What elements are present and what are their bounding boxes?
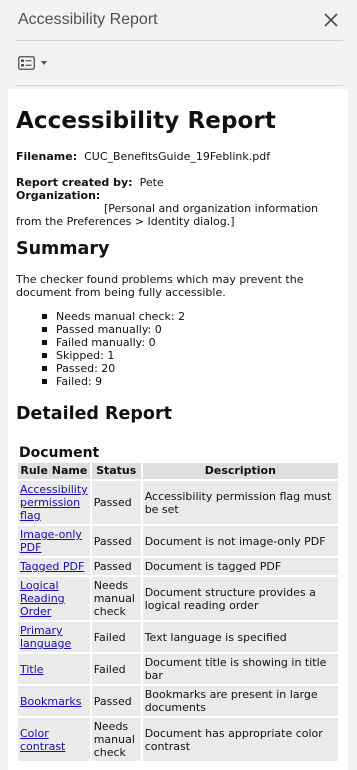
rule-link-title[interactable]: Title <box>20 663 44 676</box>
close-icon <box>324 13 338 27</box>
rule-status: Needs manual check <box>91 577 141 620</box>
table-header-row: Rule Name Status Description <box>18 463 338 479</box>
toolbar-divider <box>16 85 343 86</box>
rules-table: Rule Name Status Description Accessibili… <box>16 461 340 763</box>
table-row: Primary language Failed Text language is… <box>18 622 338 652</box>
summary-item: Needs manual check: 2 <box>42 310 340 323</box>
rule-link-image-only-pdf[interactable]: Image-only PDF <box>20 528 82 554</box>
table-row: Logical Reading Order Needs manual check… <box>18 577 338 620</box>
rule-description: Document title is showing in title bar <box>142 654 338 684</box>
toolbar <box>0 41 357 85</box>
rule-status: Passed <box>91 526 141 556</box>
rule-link-primary-language[interactable]: Primary language <box>20 624 71 650</box>
list-view-icon <box>18 56 35 70</box>
column-header-status: Status <box>91 463 141 479</box>
filename-line: Filename: CUC_BenefitsGuide_19Feblink.pd… <box>16 150 340 163</box>
summary-item: Passed manually: 0 <box>42 323 340 336</box>
rule-description: Document is not image-only PDF <box>142 526 338 556</box>
rule-status: Failed <box>91 622 141 652</box>
filename-value: CUC_BenefitsGuide_19Feblink.pdf <box>84 150 271 163</box>
summary-item: Passed: 20 <box>42 362 340 375</box>
column-header-description: Description <box>142 463 338 479</box>
filename-label: Filename: <box>16 150 78 163</box>
created-by-value: Pete <box>139 176 164 189</box>
rule-description: Document is tagged PDF <box>142 558 338 575</box>
rule-status: Passed <box>91 558 141 575</box>
created-by-label: Report created by: <box>16 176 133 189</box>
rule-link-tagged-pdf[interactable]: Tagged PDF <box>20 560 84 573</box>
rule-description: Document has appropriate color contrast <box>142 718 338 761</box>
summary-list: Needs manual check: 2 Passed manually: 0… <box>16 310 340 388</box>
rule-status: Needs manual check <box>91 718 141 761</box>
rule-status: Passed <box>91 686 141 716</box>
summary-heading: Summary <box>16 239 110 259</box>
summary-item: Failed manually: 0 <box>42 336 340 349</box>
table-row: Accessibility permission flag Passed Acc… <box>18 481 338 524</box>
detailed-report-heading: Detailed Report <box>16 404 172 424</box>
panel-title: Accessibility Report <box>18 11 158 28</box>
rule-link-bookmarks[interactable]: Bookmarks <box>20 695 81 708</box>
summary-item: Skipped: 1 <box>42 349 340 362</box>
table-row: Image-only PDF Passed Document is not im… <box>18 526 338 556</box>
table-row: Bookmarks Passed Bookmarks are present i… <box>18 686 338 716</box>
rule-description: Accessibility permission flag must be se… <box>142 481 338 524</box>
rule-status: Failed <box>91 654 141 684</box>
view-options-button[interactable] <box>18 56 47 70</box>
chevron-down-icon <box>41 61 47 65</box>
rule-description: Text language is specified <box>142 622 338 652</box>
close-button[interactable] <box>321 10 341 30</box>
creator-block: Report created by: Pete Organization: [P… <box>16 176 340 228</box>
rule-link-logical-reading-order[interactable]: Logical Reading Order <box>20 579 65 618</box>
organization-label: Organization: <box>16 189 101 202</box>
summary-item: Failed: 9 <box>42 375 340 388</box>
rule-description: Bookmarks are present in large documents <box>142 686 338 716</box>
panel-right-edge <box>348 89 357 770</box>
rule-status: Passed <box>91 481 141 524</box>
organization-note: [Personal and organization information f… <box>16 202 319 228</box>
table-row: Title Failed Document title is showing i… <box>18 654 338 684</box>
column-header-rule: Rule Name <box>18 463 90 479</box>
panel-header: Accessibility Report <box>0 0 357 40</box>
table-row: Tagged PDF Passed Document is tagged PDF <box>18 558 338 575</box>
document-section-heading: Document <box>19 445 100 461</box>
summary-text: The checker found problems which may pre… <box>16 273 304 299</box>
rule-link-color-contrast[interactable]: Color contrast <box>20 727 65 753</box>
rule-description: Document structure provides a logical re… <box>142 577 338 620</box>
rule-link-accessibility-permission-flag[interactable]: Accessibility permission flag <box>20 483 88 522</box>
table-row: Color contrast Needs manual check Docume… <box>18 718 338 761</box>
report-document[interactable]: Accessibility Report Filename: CUC_Benef… <box>8 89 348 770</box>
report-title: Accessibility Report <box>16 108 276 134</box>
